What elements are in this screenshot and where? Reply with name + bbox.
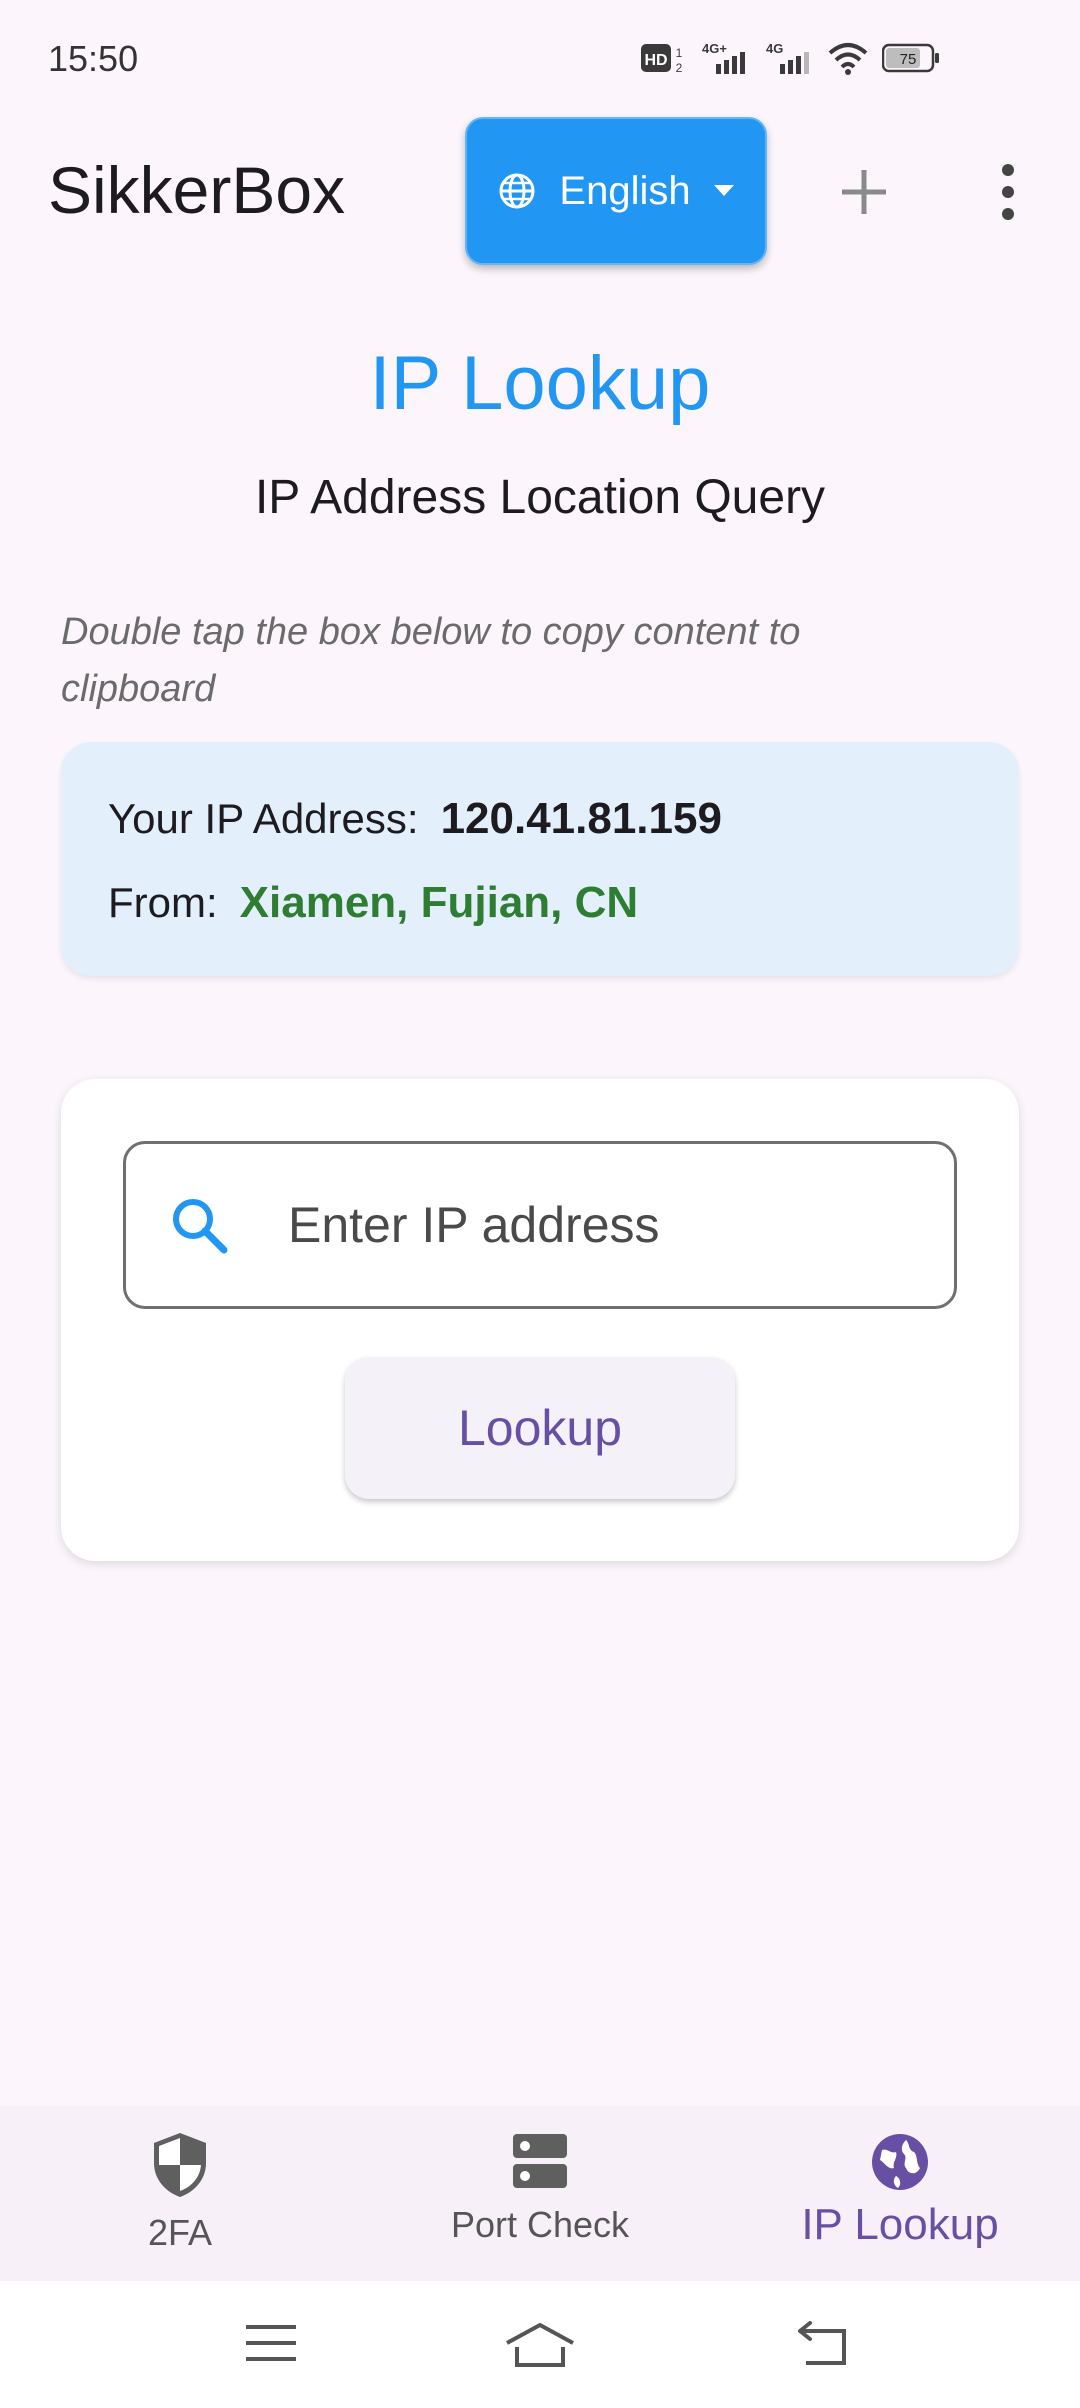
nav-item-ip-lookup[interactable]: IP Lookup xyxy=(720,2130,1080,2270)
ip-address-row: Your IP Address: 120.41.81.159 xyxy=(108,794,722,844)
nav-label-2fa: 2FA xyxy=(147,2212,213,2253)
status-time: 15:50 xyxy=(48,38,139,79)
app-title: SikkerBox xyxy=(48,153,346,227)
screen: 15:50 HD 1 2 4G+ 4G 75 SikkerBox English… xyxy=(0,0,1080,2408)
globe-icon xyxy=(499,173,535,209)
wifi-icon xyxy=(828,41,868,75)
shield-icon xyxy=(154,2133,206,2197)
nav-label-ip-lookup: IP Lookup xyxy=(801,2200,999,2249)
back-icon[interactable] xyxy=(796,2321,852,2367)
more-vert-icon[interactable] xyxy=(990,162,1026,222)
page-title: IP Lookup xyxy=(369,341,711,426)
location-row: From: Xiamen, Fujian, CN xyxy=(108,878,638,928)
plus-icon[interactable] xyxy=(838,166,890,218)
ip-address-value: 120.41.81.159 xyxy=(440,794,722,843)
signal-4g-icon: 4G xyxy=(764,40,814,76)
svg-text:HD: HD xyxy=(644,52,667,69)
status-icons: HD 1 2 4G+ 4G 75 xyxy=(640,40,940,76)
ip-input-field[interactable] xyxy=(123,1141,957,1309)
language-selector-button[interactable]: English xyxy=(465,117,767,265)
location-label: From: xyxy=(108,879,218,926)
dropdown-arrow-icon xyxy=(713,185,734,196)
ip-address-input[interactable] xyxy=(288,1196,908,1254)
globe-icon xyxy=(872,2134,928,2190)
language-label: English xyxy=(559,168,691,213)
nav-item-2fa[interactable]: 2FA xyxy=(0,2130,360,2270)
svg-text:75: 75 xyxy=(900,51,917,68)
page-subtitle: IP Address Location Query xyxy=(254,471,826,524)
bottom-navigation: 2FA Port Check IP Lookup xyxy=(0,2106,1080,2281)
lookup-card: Lookup xyxy=(61,1079,1019,1561)
battery-icon: 75 xyxy=(882,43,940,73)
search-icon xyxy=(173,1199,228,1254)
system-navigation-bar xyxy=(0,2281,1080,2408)
status-bar: 15:50 HD 1 2 4G+ 4G 75 xyxy=(0,0,1080,120)
menu-icon[interactable] xyxy=(244,2321,298,2365)
signal-4g-plus-icon: 4G+ xyxy=(700,40,750,76)
ip-info-card[interactable]: Your IP Address: 120.41.81.159 From: Xia… xyxy=(61,742,1019,976)
svg-text:4G: 4G xyxy=(766,41,783,56)
home-icon[interactable] xyxy=(503,2321,577,2369)
svg-text:4G+: 4G+ xyxy=(702,41,727,56)
location-value: Xiamen, Fujian, CN xyxy=(239,878,639,927)
lookup-button[interactable]: Lookup xyxy=(345,1357,735,1499)
svg-text:1: 1 xyxy=(676,46,683,60)
hd-icon: HD 1 2 xyxy=(640,41,686,75)
copy-hint-text: Double tap the box below to copy content… xyxy=(61,611,801,710)
nav-item-port-check[interactable]: Port Check xyxy=(360,2130,720,2270)
ip-address-label: Your IP Address: xyxy=(108,795,419,842)
server-icon xyxy=(513,2134,567,2188)
svg-text:2: 2 xyxy=(676,61,683,75)
nav-label-port-check: Port Check xyxy=(450,2204,630,2245)
